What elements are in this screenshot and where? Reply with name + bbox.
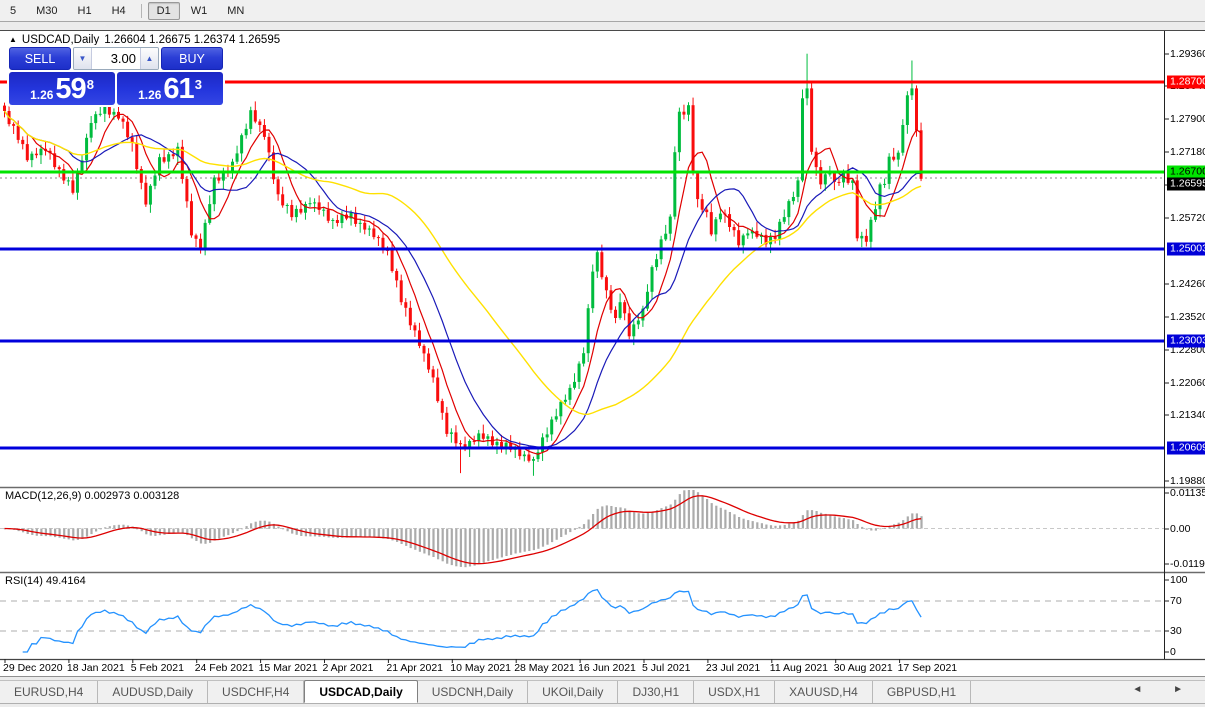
rsi-tick-label: 0 <box>1170 646 1176 658</box>
date-tick-label: 21 Apr 2021 <box>386 662 444 674</box>
date-tick-label: 10 May 2021 <box>450 662 512 674</box>
bid-price-display[interactable]: 1.26 59 8 <box>9 72 115 105</box>
date-tick-label: 28 May 2021 <box>514 662 575 674</box>
price-tick-label: 1.27180 <box>1170 146 1205 158</box>
tab-gbpusd-h1[interactable]: GBPUSD,H1 <box>873 681 972 703</box>
price-tick-label: 1.21340 <box>1170 409 1205 421</box>
tab-eurusd-h4[interactable]: EURUSD,H4 <box>0 681 99 703</box>
rsi-tick-label: 70 <box>1170 595 1182 607</box>
chart-tab-bar: EURUSD,H4 AUDUSD,Daily USDCHF,H4 USDCAD,Dai… <box>0 680 1205 704</box>
price-tick-label: 1.23520 <box>1170 311 1205 323</box>
tab-usdx-h1[interactable]: USDX,H1 <box>694 681 776 703</box>
ask-price-main: 61 <box>163 73 194 105</box>
date-tick-label: 11 Aug 2021 <box>769 662 828 674</box>
timeframe-button-m30[interactable]: M30 <box>27 2 66 20</box>
tab-usdcad-daily[interactable]: USDCAD,Daily <box>304 680 418 703</box>
price-level-badge: 1.26595 <box>1167 177 1205 191</box>
volume-stepper: ▼ ▲ <box>73 47 159 70</box>
price-tick-label: 1.27900 <box>1170 113 1205 125</box>
date-tick-label: 24 Feb 2021 <box>194 662 254 674</box>
tab-ukoil-daily[interactable]: UKOil,Daily <box>528 681 619 703</box>
date-tick-label: 23 Jul 2021 <box>705 662 761 674</box>
chart-canvas[interactable] <box>0 31 1205 677</box>
rsi-tick-label: 30 <box>1170 625 1182 637</box>
ask-price-display[interactable]: 1.26 61 3 <box>117 72 223 105</box>
one-click-trade-panel: SELL ▼ ▲ BUY 1.26 59 8 1.26 61 3 <box>7 45 225 107</box>
bid-price-pip: 8 <box>86 77 94 92</box>
date-tick-label: 2 Apr 2021 <box>322 662 374 674</box>
timeframe-button-w1[interactable]: W1 <box>182 2 217 20</box>
volume-decrease-button[interactable]: ▼ <box>74 48 92 69</box>
bid-price-main: 59 <box>55 73 86 105</box>
price-tick-label: 1.19880 <box>1170 475 1205 487</box>
toolbar-separator <box>140 3 142 18</box>
price-level-badge: 1.20609 <box>1167 441 1205 455</box>
ask-price-pip: 3 <box>194 77 202 92</box>
tab-audusd-daily[interactable]: AUDUSD,Daily <box>98 681 209 703</box>
volume-input[interactable] <box>92 48 140 69</box>
tab-usdchf-h4[interactable]: USDCHF,H4 <box>208 681 305 703</box>
date-tick-label: 18 Jan 2021 <box>66 662 125 674</box>
timeframe-button-d1[interactable]: D1 <box>147 1 180 20</box>
timeframe-toolbar: 5 M30 H1 H4 D1 W1 MN <box>0 0 1205 22</box>
volume-increase-button[interactable]: ▲ <box>140 48 158 69</box>
timeframe-button-h4[interactable]: H4 <box>103 2 135 20</box>
price-level-badge: 1.23003 <box>1167 334 1205 348</box>
timeframe-button-h1[interactable]: H1 <box>69 2 101 20</box>
tab-dj30-h1[interactable]: DJ30,H1 <box>618 681 695 703</box>
chart-window: ▲ USDCAD,Daily 1.26604 1.26675 1.26374 1… <box>0 30 1205 677</box>
macd-tick-label: -0.01190 <box>1170 558 1205 570</box>
price-tick-label: 1.29360 <box>1170 48 1205 60</box>
bid-price-prefix: 1.26 <box>30 88 54 102</box>
price-tick-label: 1.24260 <box>1170 278 1205 290</box>
date-tick-label: 5 Feb 2021 <box>130 662 184 674</box>
buy-button[interactable]: BUY <box>161 47 223 70</box>
rsi-tick-label: 100 <box>1170 574 1188 586</box>
macd-indicator-label: MACD(12,26,9) 0.002973 0.003128 <box>5 490 180 502</box>
date-tick-label: 29 Dec 2020 <box>3 662 63 674</box>
price-tick-label: 1.22060 <box>1170 377 1205 389</box>
timeframe-button-5[interactable]: 5 <box>1 2 25 20</box>
price-tick-label: 1.25720 <box>1170 212 1205 224</box>
collapse-arrow-icon[interactable]: ▲ <box>9 35 17 44</box>
date-tick-label: 16 Jun 2021 <box>578 662 636 674</box>
price-level-badge: 1.28700 <box>1167 75 1205 89</box>
macd-tick-label: 0.01135 <box>1170 487 1205 499</box>
date-tick-label: 17 Sep 2021 <box>897 662 958 674</box>
ask-price-prefix: 1.26 <box>138 88 162 102</box>
price-level-badge: 1.25003 <box>1167 242 1205 256</box>
tab-usdcnh-daily[interactable]: USDCNH,Daily <box>418 681 529 703</box>
date-tick-label: 15 Mar 2021 <box>258 662 318 674</box>
rsi-indicator-label: RSI(14) 49.4164 <box>5 575 86 587</box>
date-tick-label: 5 Jul 2021 <box>642 662 691 674</box>
tab-scroll-arrows[interactable]: ◄ ► <box>1132 684 1197 695</box>
macd-tick-label: 0.00 <box>1170 523 1191 535</box>
sell-button[interactable]: SELL <box>9 47 71 70</box>
date-tick-label: 30 Aug 2021 <box>833 662 893 674</box>
tab-xauusd-h4[interactable]: XAUUSD,H4 <box>775 681 873 703</box>
timeframe-button-mn[interactable]: MN <box>218 2 253 20</box>
